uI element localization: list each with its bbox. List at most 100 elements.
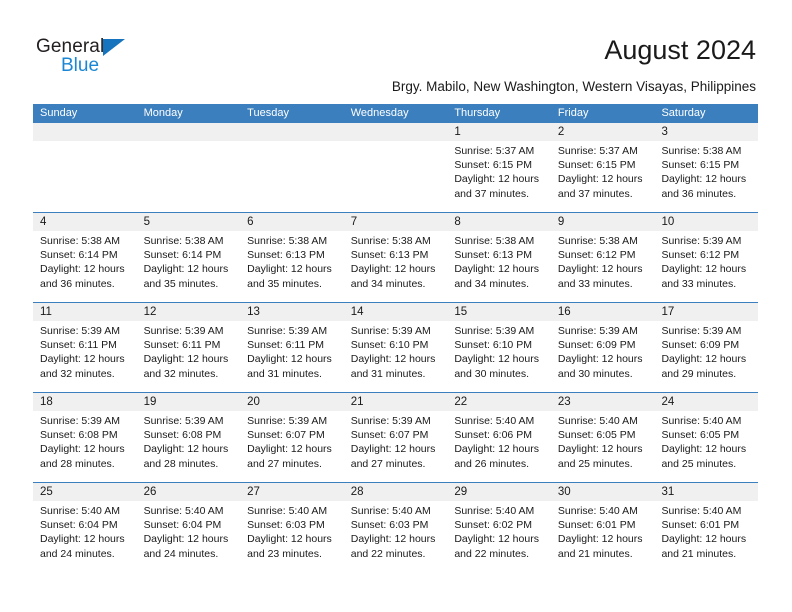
daylight-text-line2: and 29 minutes. — [661, 367, 737, 380]
day-cell[interactable]: 11 Sunrise: 5:39 AM Sunset: 6:11 PM Dayligh… — [33, 303, 137, 392]
day-sun-info: Sunrise: 5:39 AM Sunset: 6:11 PM Daylight:… — [33, 321, 137, 381]
day-cell[interactable]: 4 Sunrise: 5:38 AM Sunset: 6:14 PM Daylight… — [33, 213, 137, 302]
sunset-text: Sunset: 6:13 PM — [350, 249, 429, 262]
day-cell[interactable]: 22 Sunrise: 5:40 AM Sunset: 6:06 PM Dayligh… — [447, 393, 551, 482]
daylight-text-line1: Daylight: 12 hours — [661, 533, 747, 546]
daylight-text-line1: Daylight: 12 hours — [557, 533, 643, 546]
day-cell[interactable]: 27 Sunrise: 5:40 AM Sunset: 6:03 PM Dayligh… — [240, 483, 344, 572]
sunrise-text: Sunrise: 5:40 AM — [557, 505, 638, 517]
daylight-text-line2: and 36 minutes. — [40, 277, 115, 290]
day-number: 24 — [654, 393, 759, 411]
daylight-text-line1: Daylight: 12 hours — [454, 263, 539, 276]
daylight-text-line2: and 27 minutes. — [350, 457, 426, 470]
sunset-text: Sunset: 6:14 PM — [40, 249, 118, 262]
day-cell[interactable]: 28 Sunrise: 5:40 AM Sunset: 6:03 PM Dayligh… — [343, 483, 448, 572]
sunrise-text: Sunrise: 5:39 AM — [40, 325, 120, 337]
day-cell[interactable]: 25 Sunrise: 5:40 AM Sunset: 6:04 PM Dayligh… — [33, 483, 137, 572]
day-cell[interactable]: 19 Sunrise: 5:39 AM Sunset: 6:08 PM Dayligh… — [136, 393, 241, 482]
sunrise-text: Sunrise: 5:39 AM — [247, 415, 328, 427]
day-cell[interactable]: 24 Sunrise: 5:40 AM Sunset: 6:05 PM Dayligh… — [654, 393, 759, 482]
day-cell[interactable]: 15 Sunrise: 5:39 AM Sunset: 6:10 PM Dayligh… — [447, 303, 551, 392]
day-cell[interactable]: 23 Sunrise: 5:40 AM Sunset: 6:05 PM Dayligh… — [550, 393, 655, 482]
sunrise-text: Sunrise: 5:39 AM — [661, 235, 742, 247]
sunset-text: Sunset: 6:09 PM — [557, 339, 636, 352]
day-cell[interactable]: 31 Sunrise: 5:40 AM Sunset: 6:01 PM Dayligh… — [654, 483, 759, 572]
day-cell[interactable]: 17 Sunrise: 5:39 AM Sunset: 6:09 PM Dayligh… — [654, 303, 759, 392]
day-cell[interactable]: 16 Sunrise: 5:39 AM Sunset: 6:09 PM Dayligh… — [550, 303, 655, 392]
daylight-text-line2: and 36 minutes. — [661, 187, 737, 200]
day-cell[interactable]: 1 Sunrise: 5:37 AM Sunset: 6:15 PM Daylight… — [447, 123, 551, 212]
daylight-text-line1: Daylight: 12 hours — [143, 533, 229, 546]
day-cell[interactable]: 29 Sunrise: 5:40 AM Sunset: 6:02 PM Dayligh… — [447, 483, 551, 572]
sunrise-text: Sunrise: 5:39 AM — [247, 325, 328, 337]
day-number: 16 — [550, 303, 655, 321]
weekday-header-friday: Friday — [557, 107, 589, 119]
day-sun-info: Sunrise: 5:40 AM Sunset: 6:04 PM Daylight:… — [137, 501, 241, 561]
day-cell[interactable]: 2 Sunrise: 5:37 AM Sunset: 6:15 PM Daylight… — [550, 123, 655, 212]
sunrise-text: Sunrise: 5:38 AM — [454, 235, 535, 247]
daylight-text-line2: and 24 minutes. — [143, 547, 219, 560]
day-number: 10 — [654, 213, 759, 231]
day-number: 17 — [654, 303, 759, 321]
day-sun-info: Sunrise: 5:39 AM Sunset: 6:11 PM Daylight:… — [240, 321, 344, 381]
week-row: 25 Sunrise: 5:40 AM Sunset: 6:04 PM Dayligh… — [33, 482, 759, 572]
logo-triangle-icon — [103, 39, 125, 56]
day-cell[interactable]: 13 Sunrise: 5:39 AM Sunset: 6:11 PM Dayligh… — [240, 303, 344, 392]
sunrise-text: Sunrise: 5:38 AM — [661, 145, 742, 157]
sunset-text: Sunset: 6:15 PM — [557, 159, 636, 172]
sunset-text: Sunset: 6:14 PM — [143, 249, 222, 262]
day-sun-info: Sunrise: 5:39 AM Sunset: 6:12 PM Daylight:… — [654, 231, 758, 291]
weekday-header-sunday: Sunday — [40, 107, 78, 119]
day-cell[interactable]: 18 Sunrise: 5:39 AM Sunset: 6:08 PM Dayligh… — [33, 393, 137, 482]
sunset-text: Sunset: 6:08 PM — [40, 429, 118, 442]
day-sun-info: Sunrise: 5:38 AM Sunset: 6:14 PM Daylight:… — [33, 231, 137, 291]
day-sun-info: Sunrise: 5:39 AM Sunset: 6:11 PM Daylight:… — [137, 321, 241, 381]
sunrise-text: Sunrise: 5:38 AM — [40, 235, 120, 247]
sunrise-text: Sunrise: 5:38 AM — [350, 235, 431, 247]
day-cell[interactable]: 9 Sunrise: 5:38 AM Sunset: 6:12 PM Daylight… — [550, 213, 655, 302]
daylight-text-line1: Daylight: 12 hours — [40, 533, 125, 546]
day-cell[interactable]: 20 Sunrise: 5:39 AM Sunset: 6:07 PM Dayligh… — [240, 393, 344, 482]
sunset-text: Sunset: 6:05 PM — [661, 429, 740, 442]
day-cell[interactable]: 30 Sunrise: 5:40 AM Sunset: 6:01 PM Dayligh… — [550, 483, 655, 572]
day-cell[interactable]: 3 Sunrise: 5:38 AM Sunset: 6:15 PM Daylight… — [654, 123, 759, 212]
day-number: 9 — [550, 213, 655, 231]
day-sun-info: Sunrise: 5:39 AM Sunset: 6:09 PM Daylight:… — [551, 321, 655, 381]
day-sun-info: Sunrise: 5:40 AM Sunset: 6:02 PM Daylight:… — [447, 501, 551, 561]
daylight-text-line2: and 33 minutes. — [661, 277, 737, 290]
weeks-container: 1 Sunrise: 5:37 AM Sunset: 6:15 PM Daylight… — [33, 123, 759, 572]
day-sun-info: Sunrise: 5:40 AM Sunset: 6:05 PM Daylight:… — [551, 411, 655, 471]
day-sun-info: Sunrise: 5:39 AM Sunset: 6:09 PM Daylight:… — [654, 321, 758, 381]
sunset-text: Sunset: 6:15 PM — [454, 159, 532, 172]
sunset-text: Sunset: 6:04 PM — [143, 519, 222, 532]
day-cell-empty — [136, 123, 241, 212]
day-number: 20 — [240, 393, 344, 411]
daylight-text-line1: Daylight: 12 hours — [454, 353, 539, 366]
day-number: 2 — [550, 123, 655, 141]
day-number: 4 — [33, 213, 137, 231]
day-cell[interactable]: 12 Sunrise: 5:39 AM Sunset: 6:11 PM Dayligh… — [136, 303, 241, 392]
day-number — [136, 123, 241, 141]
day-cell[interactable]: 8 Sunrise: 5:38 AM Sunset: 6:13 PM Daylight… — [447, 213, 551, 302]
day-cell-empty — [343, 123, 448, 212]
day-cell[interactable]: 5 Sunrise: 5:38 AM Sunset: 6:14 PM Daylight… — [136, 213, 241, 302]
daylight-text-line2: and 24 minutes. — [40, 547, 115, 560]
day-cell[interactable]: 21 Sunrise: 5:39 AM Sunset: 6:07 PM Dayligh… — [343, 393, 448, 482]
sunset-text: Sunset: 6:01 PM — [557, 519, 636, 532]
day-number: 1 — [447, 123, 551, 141]
sunrise-text: Sunrise: 5:39 AM — [40, 415, 120, 427]
sunset-text: Sunset: 6:13 PM — [247, 249, 325, 262]
week-row: 11 Sunrise: 5:39 AM Sunset: 6:11 PM Dayligh… — [33, 302, 759, 392]
day-sun-info: Sunrise: 5:40 AM Sunset: 6:04 PM Daylight:… — [33, 501, 137, 561]
day-cell[interactable]: 6 Sunrise: 5:38 AM Sunset: 6:13 PM Daylight… — [240, 213, 344, 302]
weekday-header-thursday: Thursday — [454, 107, 501, 119]
day-number: 13 — [240, 303, 344, 321]
day-sun-info: Sunrise: 5:38 AM Sunset: 6:13 PM Daylight:… — [240, 231, 344, 291]
day-cell[interactable]: 7 Sunrise: 5:38 AM Sunset: 6:13 PM Daylight… — [343, 213, 448, 302]
sunrise-text: Sunrise: 5:39 AM — [454, 325, 535, 337]
day-cell[interactable]: 26 Sunrise: 5:40 AM Sunset: 6:04 PM Dayligh… — [136, 483, 241, 572]
day-number: 8 — [447, 213, 551, 231]
day-cell[interactable]: 14 Sunrise: 5:39 AM Sunset: 6:10 PM Dayligh… — [343, 303, 448, 392]
daylight-text-line2: and 25 minutes. — [661, 457, 737, 470]
day-cell[interactable]: 10 Sunrise: 5:39 AM Sunset: 6:12 PM Dayligh… — [654, 213, 759, 302]
